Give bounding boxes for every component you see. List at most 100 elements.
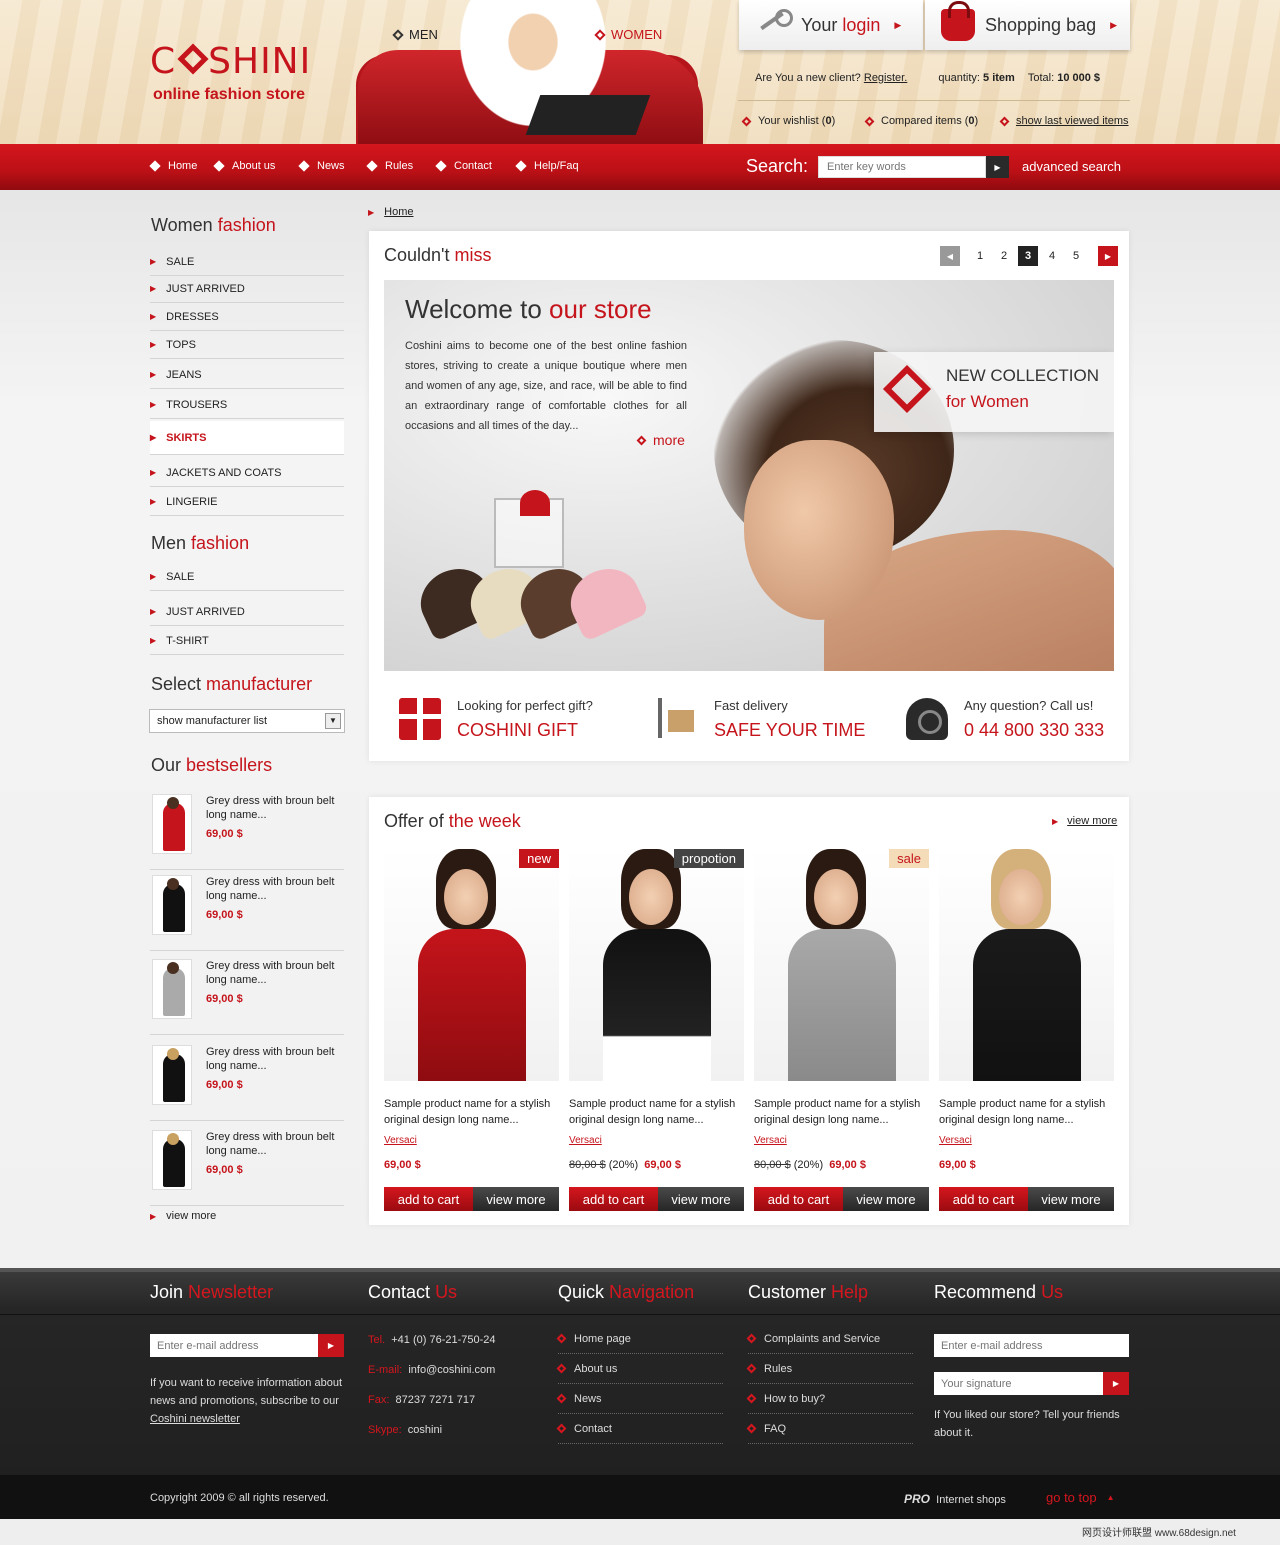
add-to-cart-button[interactable]: add to cart — [569, 1187, 658, 1211]
page-4[interactable]: 4 — [1042, 246, 1062, 266]
footer-link-how-to-buy[interactable]: How to buy? — [746, 1384, 913, 1414]
pager-prev-button[interactable]: ◀ — [940, 246, 960, 266]
footer-link-about-us[interactable]: About us — [556, 1354, 723, 1384]
bestseller-item[interactable]: Grey dress with broun belt long name... … — [150, 955, 344, 1035]
bestsellers-view-more-link[interactable]: ▶ view more — [150, 1210, 216, 1222]
view-more-button[interactable]: view more — [473, 1187, 559, 1211]
page-3-active[interactable]: 3 — [1018, 246, 1038, 266]
footer-link-contact[interactable]: Contact — [556, 1414, 723, 1444]
newsletter-link[interactable]: Coshini newsletter — [150, 1413, 240, 1425]
shopping-bag-button[interactable]: Shopping bag ▶ — [925, 0, 1130, 50]
welcome-banner[interactable]: Welcome to our store Coshini aims to bec… — [384, 280, 1114, 671]
pro-internet-shops-link[interactable]: PRO Internet shops — [904, 1492, 1006, 1506]
footer-link-faq[interactable]: FAQ — [746, 1414, 913, 1444]
last-viewed-link[interactable]: show last viewed items — [999, 115, 1129, 127]
product-brand-link[interactable]: Versaci — [939, 1135, 972, 1146]
newsletter-email-input[interactable] — [150, 1334, 318, 1357]
bestseller-item[interactable]: Grey dress with broun belt long name... … — [150, 790, 344, 870]
breadcrumb-home-link[interactable]: Home — [384, 206, 413, 218]
add-to-cart-button[interactable]: add to cart — [754, 1187, 843, 1211]
register-link[interactable]: Register. — [864, 72, 907, 84]
product-brand-link[interactable]: Versaci — [569, 1135, 602, 1146]
sidebar-item-t-shirt[interactable]: ▶ T-SHIRT — [150, 627, 344, 655]
add-to-cart-button[interactable]: add to cart — [384, 1187, 473, 1211]
go-to-top-link[interactable]: go to top ▲ — [1046, 1490, 1115, 1505]
nav-contact[interactable]: Contact — [435, 160, 492, 172]
sidebar-item-dresses[interactable]: ▶ DRESSES — [150, 303, 344, 331]
feature-gift[interactable]: Looking for perfect gift? COSHINI GIFT — [399, 690, 629, 750]
search-input[interactable] — [818, 156, 986, 178]
login-button[interactable]: Your login ▶ — [739, 0, 923, 50]
view-more-button[interactable]: view more — [658, 1187, 744, 1211]
sidebar-item-women-sale[interactable]: ▶ SALE — [150, 248, 344, 276]
diamond-icon — [213, 160, 225, 172]
quick-navigation-title: Quick Navigation — [558, 1282, 695, 1302]
view-more-button[interactable]: view more — [1028, 1187, 1114, 1211]
recommend-email-input[interactable] — [934, 1334, 1129, 1357]
compared-items-link[interactable]: Compared items (0) — [864, 115, 978, 127]
sidebar-item-jeans[interactable]: ▶ JEANS — [150, 361, 344, 389]
sidebar-item-lingerie[interactable]: ▶ LINGERIE — [150, 488, 344, 516]
nav-home[interactable]: Home — [149, 160, 197, 172]
product-brand-link[interactable]: Versaci — [754, 1135, 787, 1146]
footer-link-home-page[interactable]: Home page — [556, 1324, 723, 1354]
product-thumbnail[interactable] — [152, 959, 192, 1019]
sidebar-item-tops[interactable]: ▶ TOPS — [150, 331, 344, 359]
recommend-signature-input[interactable] — [934, 1372, 1103, 1395]
feature-call-us[interactable]: Any question? Call us! 0 44 800 330 333 — [906, 690, 1126, 750]
add-to-cart-button[interactable]: add to cart — [939, 1187, 1028, 1211]
product-thumbnail[interactable] — [152, 875, 192, 935]
bestseller-item[interactable]: Grey dress with broun belt long name... … — [150, 871, 344, 951]
nav-about-us[interactable]: About us — [213, 160, 275, 172]
sidebar-item-skirts[interactable]: ▶ SKIRTS — [150, 421, 344, 455]
advanced-search-link[interactable]: advanced search — [1022, 159, 1121, 174]
recommend-submit-button[interactable]: ▶ — [1103, 1372, 1129, 1395]
contact-email[interactable]: E-mail: info@coshini.com — [368, 1364, 495, 1376]
product-name[interactable]: Sample product name for a stylish origin… — [754, 1096, 929, 1128]
sidebar-item-jackets-and-coats[interactable]: ▶ JACKETS AND COATS — [150, 459, 344, 487]
men-link[interactable]: MEN — [392, 27, 438, 42]
women-link[interactable]: WOMEN — [594, 27, 662, 42]
product-name[interactable]: Sample product name for a stylish origin… — [384, 1096, 559, 1128]
banner-more-link[interactable]: more — [636, 432, 685, 448]
new-collection-badge[interactable]: NEW COLLECTION for Women — [874, 352, 1114, 432]
product-image[interactable] — [569, 849, 744, 1081]
sidebar-item-men-just-arrived[interactable]: ▶ JUST ARRIVED — [150, 598, 344, 626]
arrow-right-icon: ▶ — [150, 312, 157, 321]
product-name[interactable]: Sample product name for a stylish origin… — [939, 1096, 1114, 1128]
nav-help-faq[interactable]: Help/Faq — [515, 160, 579, 172]
product-brand-link[interactable]: Versaci — [384, 1135, 417, 1146]
product-image[interactable] — [939, 849, 1114, 1081]
site-logo[interactable]: C SHINI — [150, 42, 311, 82]
nav-news[interactable]: News — [298, 160, 345, 172]
product-image[interactable] — [384, 849, 559, 1081]
page-5[interactable]: 5 — [1066, 246, 1086, 266]
view-more-button[interactable]: view more — [843, 1187, 929, 1211]
product-thumbnail[interactable] — [152, 1130, 192, 1190]
footer-link-complaints[interactable]: Complaints and Service — [746, 1324, 913, 1354]
product-card: new Sample product name for a stylish or… — [384, 849, 559, 1212]
pager-next-button[interactable]: ▶ — [1098, 246, 1118, 266]
nav-rules[interactable]: Rules — [366, 160, 413, 172]
search-submit-button[interactable]: ▶ — [986, 156, 1009, 178]
diamond-icon — [882, 364, 932, 414]
bestseller-item[interactable]: Grey dress with broun belt long name... … — [150, 1126, 344, 1206]
footer-link-rules[interactable]: Rules — [746, 1354, 913, 1384]
offer-view-more-link[interactable]: ▶ view more — [1052, 815, 1117, 827]
bestseller-item[interactable]: Grey dress with broun belt long name... … — [150, 1041, 344, 1121]
product-name[interactable]: Sample product name for a stylish origin… — [569, 1096, 744, 1128]
feature-delivery[interactable]: Fast delivery SAFE YOUR TIME — [656, 690, 876, 750]
sidebar-item-women-just-arrived[interactable]: ▶ JUST ARRIVED — [150, 275, 344, 303]
newsletter-submit-button[interactable]: ▶ — [318, 1334, 344, 1357]
footer-link-news[interactable]: News — [556, 1384, 723, 1414]
product-image[interactable] — [754, 849, 929, 1081]
page-2[interactable]: 2 — [994, 246, 1014, 266]
wishlist-link[interactable]: Your wishlist (0) — [741, 115, 835, 127]
product-thumbnail[interactable] — [152, 1045, 192, 1105]
sidebar-item-trousers[interactable]: ▶ TROUSERS — [150, 391, 344, 419]
manufacturer-select[interactable]: show manufacturer list ▼ — [149, 709, 345, 733]
product-thumbnail[interactable] — [152, 794, 192, 854]
sidebar-item-men-sale[interactable]: ▶ SALE — [150, 563, 344, 591]
badge-sale: sale — [889, 849, 929, 868]
page-1[interactable]: 1 — [970, 246, 990, 266]
